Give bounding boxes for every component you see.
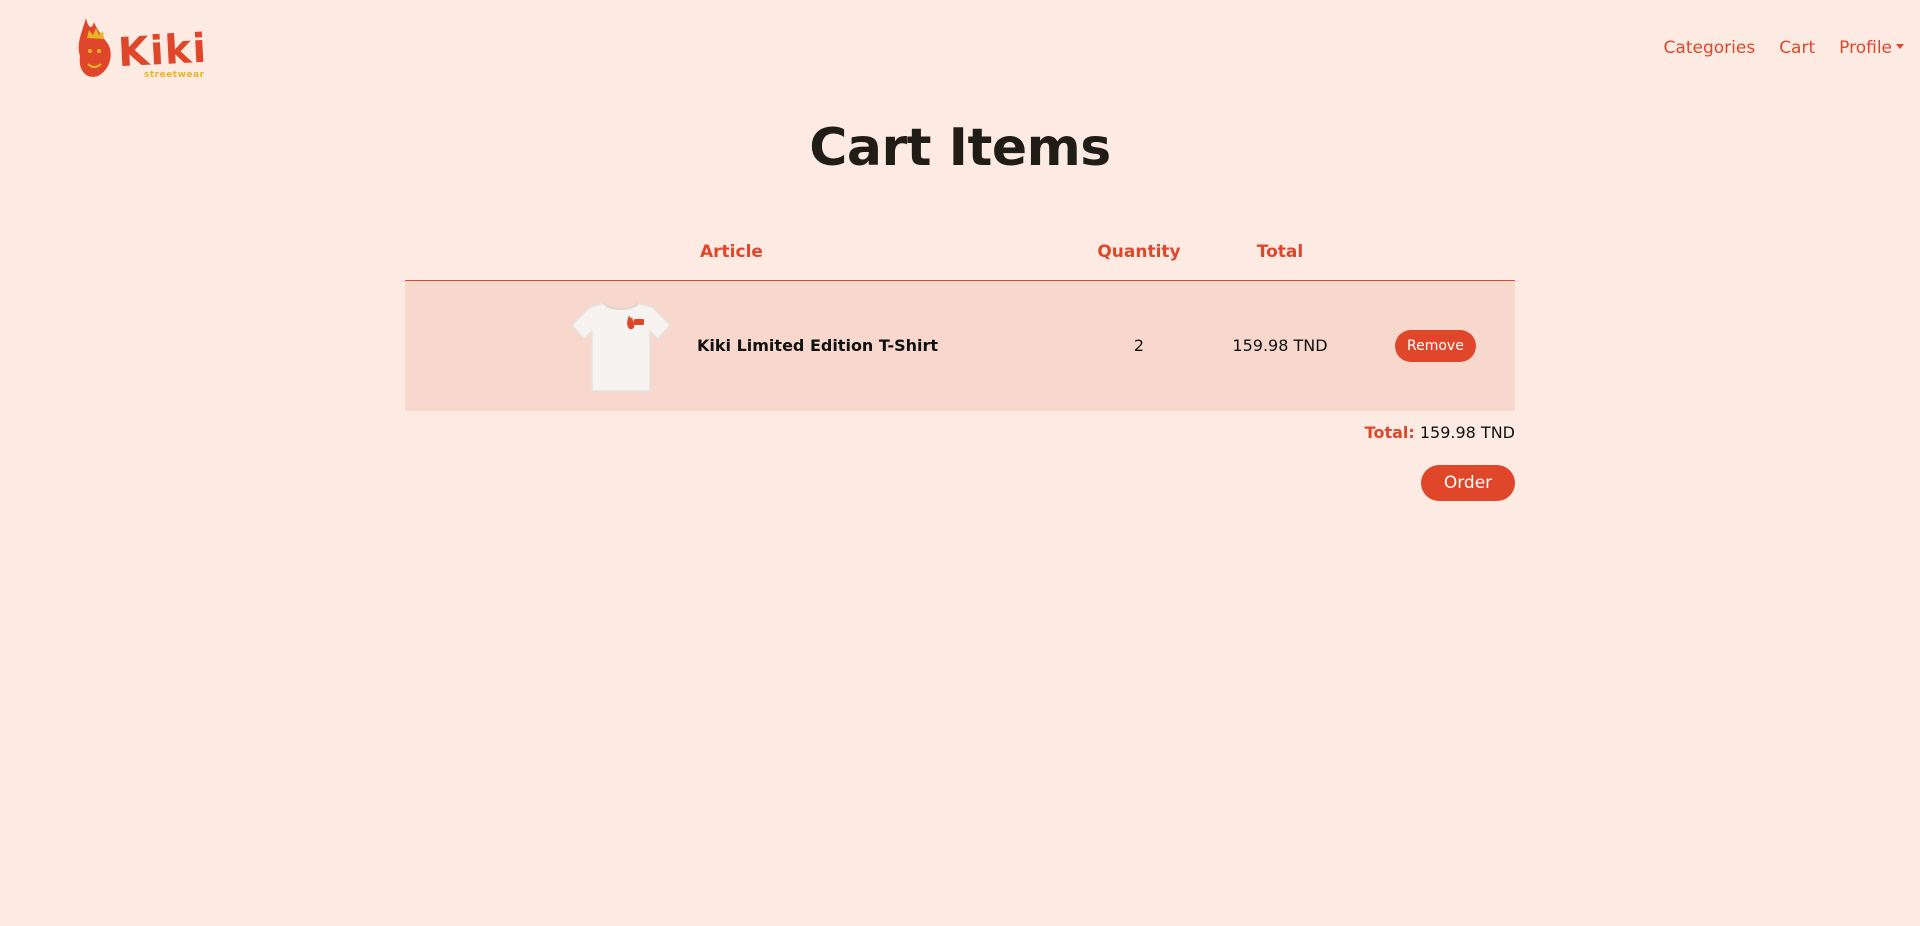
navbar: Kiki streetwear Categories Cart Profile [0, 0, 1920, 100]
product-image [570, 297, 672, 395]
product-name: Kiki Limited Edition T-Shirt [697, 336, 939, 355]
nav-link-profile-dropdown[interactable]: Profile [1839, 38, 1904, 58]
table-header: Article Quantity Total [405, 230, 1515, 281]
cart-table: Article Quantity Total Kiki Limited Edit… [405, 230, 1515, 501]
nav-link-cart[interactable]: Cart [1779, 38, 1815, 58]
column-header-article: Article [700, 242, 763, 262]
remove-button[interactable]: Remove [1395, 330, 1476, 362]
nav-link-profile-label: Profile [1839, 38, 1892, 58]
summary-total-label: Total: [1364, 423, 1415, 442]
caret-down-icon [1896, 43, 1904, 49]
column-header-quantity: Quantity [1097, 242, 1181, 262]
order-button[interactable]: Order [1421, 465, 1515, 501]
column-header-total: Total [1256, 242, 1304, 262]
cart-summary: Total: 159.98 TND [1365, 423, 1515, 442]
brand-logo[interactable]: Kiki streetwear [74, 14, 208, 86]
tshirt-icon [570, 302, 672, 392]
product-quantity: 2 [1133, 336, 1145, 355]
main-nav: Categories Cart Profile [1664, 38, 1904, 58]
summary-total-value: 159.98 TND [1419, 423, 1515, 442]
table-row: Kiki Limited Edition T-Shirt 2 159.98 TN… [405, 281, 1515, 411]
brand-subtitle: streetwear [144, 70, 205, 80]
product-total: 159.98 TND [1232, 336, 1328, 355]
brand-name: Kiki [116, 25, 209, 77]
nav-link-categories[interactable]: Categories [1664, 38, 1756, 58]
page-title: Cart Items [809, 118, 1111, 178]
